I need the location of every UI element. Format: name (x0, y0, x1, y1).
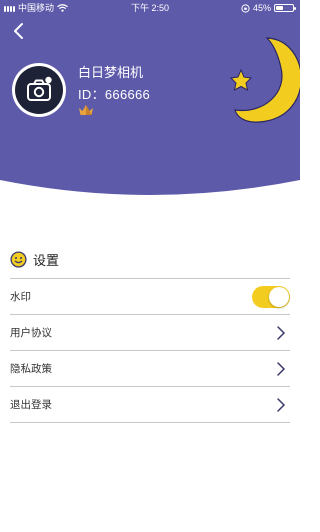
row-watermark[interactable]: 水印 (10, 279, 290, 315)
row-privacy-policy[interactable]: 隐私政策 (10, 351, 290, 387)
username: 白日梦相机 (78, 65, 144, 80)
toggle-knob (269, 286, 289, 307)
row-label: 水印 (10, 291, 31, 303)
chevron-right-icon (277, 397, 286, 412)
row-label: 用户协议 (10, 327, 52, 339)
orientation-lock-icon (241, 3, 250, 13)
status-bar: 中国移动 下午 2:50 45% (0, 0, 300, 16)
battery-fill (276, 6, 284, 10)
chevron-right-icon (277, 325, 286, 340)
row-user-agreement[interactable]: 用户协议 (10, 315, 290, 351)
battery-percent: 45% (252, 3, 271, 13)
crown-icon (79, 105, 93, 115)
user-id: ID：666666 (78, 87, 151, 102)
watermark-toggle[interactable] (252, 285, 290, 308)
camera-icon (27, 76, 52, 101)
profile-header: 中国移动 下午 2:50 45% 白日梦相机 ID：666666 (0, 0, 300, 200)
row-logout[interactable]: 退出登录 (10, 387, 290, 423)
moon-star-icon (229, 37, 300, 123)
row-label: 退出登录 (10, 399, 52, 411)
avatar[interactable] (12, 63, 66, 117)
row-label: 隐私政策 (10, 363, 52, 375)
battery-icon (274, 4, 296, 12)
settings-title: 设置 (33, 253, 60, 268)
chevron-right-icon (277, 361, 286, 376)
settings-section-title: 设置 (10, 250, 59, 269)
smiley-icon (10, 251, 27, 268)
back-button[interactable] (10, 20, 28, 42)
